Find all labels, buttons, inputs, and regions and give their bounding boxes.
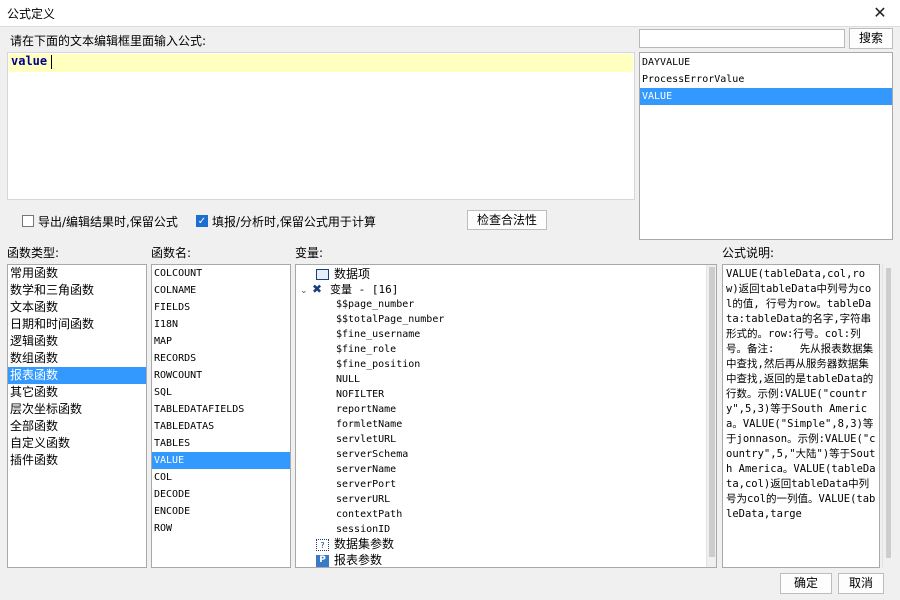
function-type-item[interactable]: 其它函数 [8,384,146,401]
function-names-header: 函数名: [151,246,192,260]
search-button[interactable]: 搜索 [849,28,893,49]
function-type-item[interactable]: 层次坐标函数 [8,401,146,418]
function-type-item[interactable]: 文本函数 [8,299,146,316]
function-name-item[interactable]: COL [152,469,290,486]
variable-item[interactable]: serverURL [336,492,444,507]
cancel-button[interactable]: 取消 [838,573,884,594]
tree-node-dataset-params[interactable]: ? 数据集参数 [316,537,394,552]
formula-text: value [11,54,48,68]
check-validity-button[interactable]: 检查合法性 [467,210,547,230]
function-name-item[interactable]: MAP [152,333,290,350]
suggestion-item[interactable]: ProcessErrorValue [640,71,892,88]
window-title: 公式定义 [7,7,56,21]
function-type-item[interactable]: 插件函数 [8,452,146,469]
variable-children: $$page_number $$totalPage_number $fine_u… [336,297,444,537]
tree-node-label: 数据集参数 [334,537,395,551]
function-type-item[interactable]: 数组函数 [8,350,146,367]
data-item-icon [316,269,329,280]
search-input[interactable] [639,29,845,48]
variable-icon: ✖ [312,282,323,296]
expand-chevron-icon[interactable]: ⌄ [300,284,312,299]
function-type-item-selected[interactable]: 报表函数 [8,367,146,384]
description-header: 公式说明: [722,246,775,260]
variable-item[interactable]: contextPath [336,507,444,522]
text-caret [51,55,52,69]
function-type-list[interactable]: 常用函数 数学和三角函数 文本函数 日期和时间函数 逻辑函数 数组函数 报表函数… [7,264,147,568]
scrollbar-thumb[interactable] [886,268,891,558]
function-name-item[interactable]: TABLEDATAS [152,418,290,435]
function-name-item[interactable]: COLNAME [152,282,290,299]
description-scrollbar[interactable] [882,264,893,568]
title-bar: 公式定义 ✕ [0,0,900,27]
variable-item[interactable]: sessionID [336,522,444,537]
tree-node-label: 变量 - [16] [330,283,399,296]
function-name-item[interactable]: ROW [152,520,290,537]
keep-formula-fill-label: 填报/分析时,保留公式用于计算 [212,215,376,229]
formula-editor[interactable]: value [7,52,635,200]
variable-item[interactable]: serverName [336,462,444,477]
report-param-icon: P [316,554,329,567]
variable-item[interactable]: servletURL [336,432,444,447]
function-name-item-selected[interactable]: VALUE [152,452,290,469]
function-name-item[interactable]: I18N [152,316,290,333]
variable-item[interactable]: $fine_role [336,342,444,357]
variable-item[interactable]: $$totalPage_number [336,312,444,327]
variable-scrollbar[interactable] [706,265,716,567]
suggestion-list[interactable]: DAYVALUE ProcessErrorValue VALUE [639,52,893,240]
tree-node-variables[interactable]: ⌄ ✖ 变量 - [16] [300,282,398,297]
function-name-item[interactable]: COLCOUNT [152,265,290,282]
function-type-item[interactable]: 逻辑函数 [8,333,146,350]
function-type-item[interactable]: 常用函数 [8,265,146,282]
function-name-item[interactable]: ENCODE [152,503,290,520]
function-type-item[interactable]: 自定义函数 [8,435,146,452]
ok-button[interactable]: 确定 [780,573,832,594]
variable-item[interactable]: formletName [336,417,444,432]
variable-item[interactable]: reportName [336,402,444,417]
function-name-item[interactable]: DECODE [152,486,290,503]
variable-item[interactable]: serverSchema [336,447,444,462]
suggestion-item[interactable]: DAYVALUE [640,54,892,71]
function-name-item[interactable]: TABLEDATAFIELDS [152,401,290,418]
description-text: VALUE(tableData,col,row)返回tableData中列号为c… [726,268,876,520]
variable-item[interactable]: NOFILTER [336,387,444,402]
tree-node-label: 报表参数 [334,553,383,567]
function-name-item[interactable]: RECORDS [152,350,290,367]
variable-item[interactable]: NULL [336,372,444,387]
suggestion-item-selected[interactable]: VALUE [640,88,892,105]
function-name-item[interactable]: FIELDS [152,299,290,316]
variable-item[interactable]: $fine_username [336,327,444,342]
formula-description: VALUE(tableData,col,row)返回tableData中列号为c… [722,264,880,568]
variables-header: 变量: [295,246,324,260]
function-type-item[interactable]: 数学和三角函数 [8,282,146,299]
editor-prompt: 请在下面的文本编辑框里面输入公式: [10,34,207,48]
function-name-item[interactable]: TABLES [152,435,290,452]
keep-formula-export-checkbox[interactable] [22,215,34,227]
function-type-item[interactable]: 全部函数 [8,418,146,435]
function-types-header: 函数类型: [7,246,60,260]
current-line-highlight [9,54,633,72]
variable-item[interactable]: serverPort [336,477,444,492]
variable-item[interactable]: $$page_number [336,297,444,312]
tree-node-report-params[interactable]: P 报表参数 [316,553,383,567]
dataset-param-icon: ? [316,538,329,551]
function-name-item[interactable]: SQL [152,384,290,401]
function-type-item[interactable]: 日期和时间函数 [8,316,146,333]
function-name-list[interactable]: COLCOUNT COLNAME FIELDS I18N MAP RECORDS… [151,264,291,568]
close-icon[interactable]: ✕ [870,3,890,23]
keep-formula-fill-checkbox[interactable]: ✓ [196,215,208,227]
tree-node-data-items[interactable]: 数据项 [316,267,370,282]
variable-tree[interactable]: 数据项 ⌄ ✖ 变量 - [16] $$page_number $$totalPag… [295,264,717,568]
function-name-item[interactable]: ROWCOUNT [152,367,290,384]
scrollbar-thumb[interactable] [709,267,715,557]
tree-node-label: 数据项 [334,267,371,281]
keep-formula-export-label: 导出/编辑结果时,保留公式 [38,215,178,229]
variable-item[interactable]: $fine_position [336,357,444,372]
